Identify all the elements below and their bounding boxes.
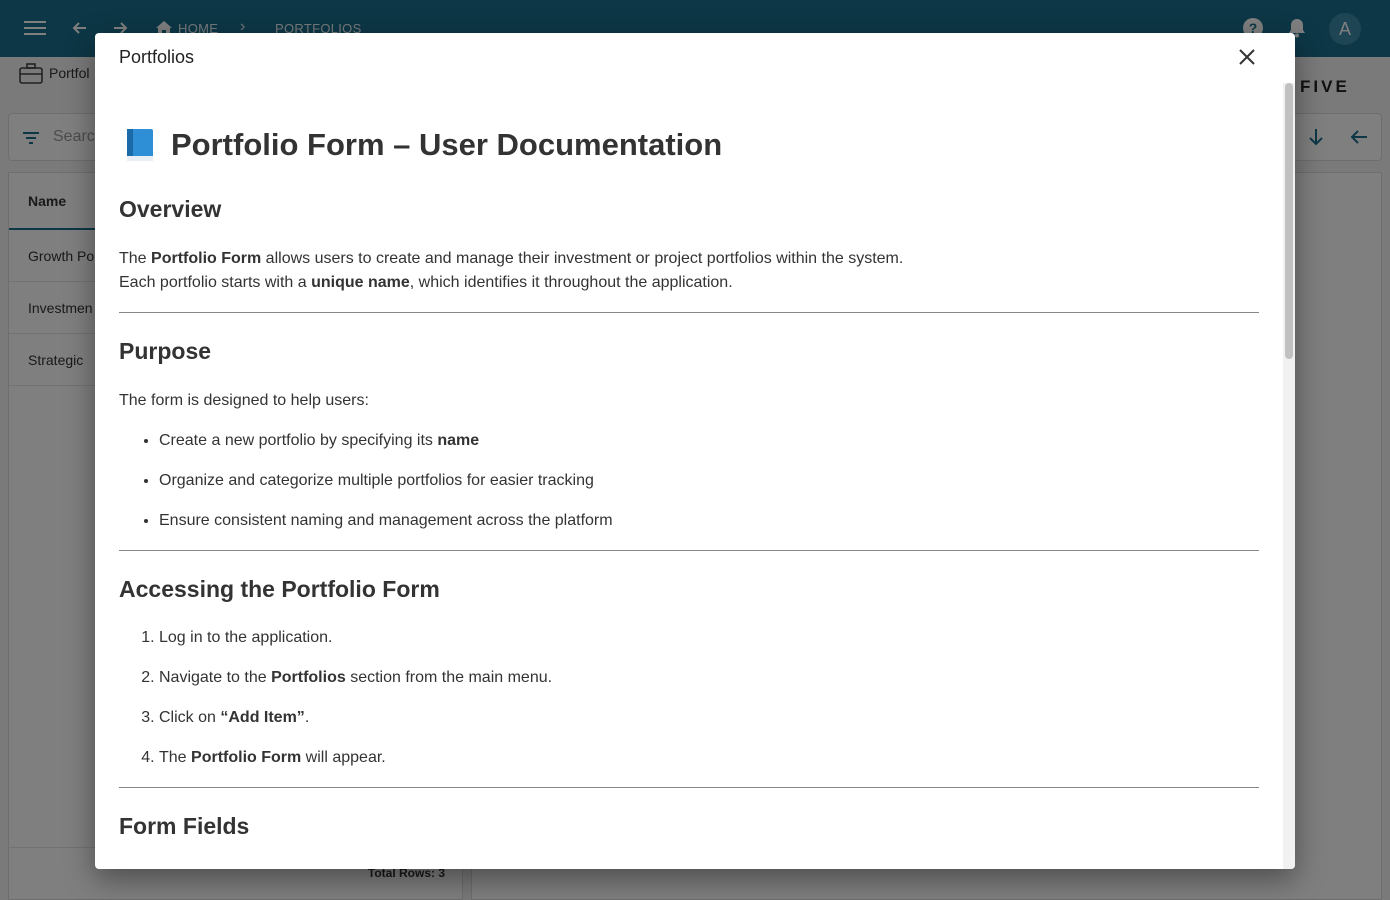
accessing-steps: Log in to the application. Navigate to t…	[159, 628, 552, 788]
doc-title-text: Portfolio Form – User Documentation	[171, 127, 723, 162]
section-divider	[119, 312, 1259, 313]
close-icon[interactable]	[1235, 45, 1259, 69]
purpose-heading: Purpose	[119, 338, 212, 364]
section-divider	[119, 787, 1259, 788]
list-item: Click on “Add Item”.	[159, 708, 552, 728]
scrollbar[interactable]	[1283, 83, 1295, 869]
dialog-title: Portfolios	[119, 47, 195, 67]
list-item: Navigate to the Portfolios section from …	[159, 668, 552, 688]
purpose-list: Create a new portfolio by specifying its…	[159, 431, 613, 551]
list-item: Create a new portfolio by specifying its…	[159, 431, 613, 451]
form-fields-heading: Form Fields	[119, 813, 250, 839]
overview-heading: Overview	[119, 196, 222, 222]
section-divider	[119, 550, 1259, 551]
list-item: Organize and categorize multiple portfol…	[159, 471, 613, 491]
list-item: Log in to the application.	[159, 628, 552, 648]
overview-paragraph-line: Each portfolio starts with a unique name…	[119, 274, 733, 291]
book-icon	[125, 128, 155, 162]
list-item: Ensure consistent naming and management …	[159, 511, 613, 531]
purpose-intro: The form is designed to help users:	[119, 392, 369, 409]
accessing-heading: Accessing the Portfolio Form	[119, 576, 440, 602]
documentation-dialog: Portfolios Portfolio Form – User Documen…	[95, 33, 1295, 869]
list-item: The Portfolio Form will appear.	[159, 748, 552, 768]
overview-paragraph-line: The Portfolio Form allows users to creat…	[119, 250, 904, 267]
doc-title: Portfolio Form – User Documentation	[119, 127, 722, 163]
scrollbar-thumb[interactable]	[1285, 83, 1293, 359]
